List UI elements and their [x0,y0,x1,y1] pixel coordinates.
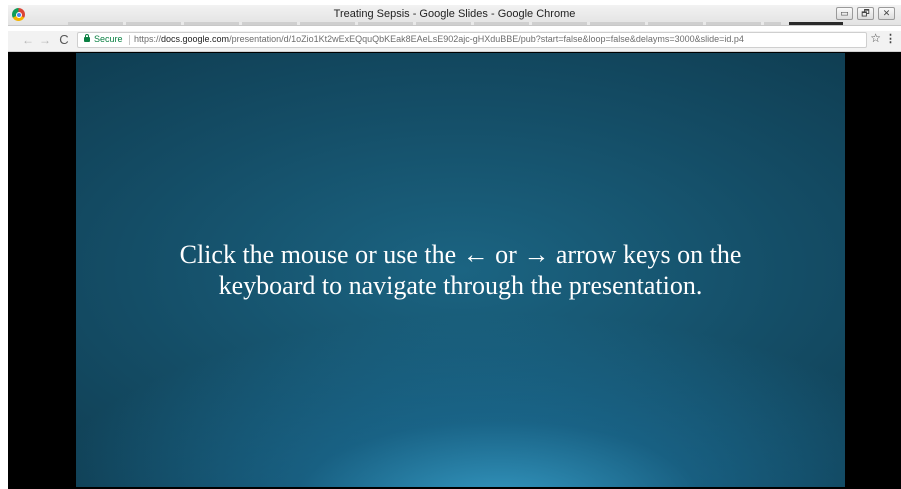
forward-arrow-icon[interactable]: → [37,32,53,48]
star-icon[interactable]: ☆ [870,31,881,45]
lock-icon[interactable] [84,34,90,42]
secure-label[interactable]: Secure [94,34,123,44]
active-tab-indicator [789,22,843,25]
maximize-button[interactable]: 🗗 [857,7,874,20]
title-bar[interactable]: Treating Sepsis - Google Slides - Google… [8,5,901,26]
browser-toolbar: ← → C Secure https://docs.google.com/pre… [8,31,901,52]
presentation-slide[interactable]: Click the mouse or use the ← or → arrow … [76,53,845,487]
close-button[interactable]: ✕ [878,7,895,20]
omnibox-divider [129,35,130,45]
url-host: docs.google.com [161,34,230,44]
slide-instructions: Click the mouse or use the ← or → arrow … [76,239,845,301]
back-arrow-icon[interactable]: ← [20,32,36,48]
tab-strip [68,22,781,25]
url-text[interactable]: https://docs.google.com/presentation/d/1… [134,34,859,44]
minimize-button[interactable]: ▭ [836,7,853,20]
slide-text-line-2: keyboard to navigate through the present… [218,271,703,300]
url-path: /presentation/d/1oZio1Kt2wExEQquQbKEak8E… [229,34,744,44]
url-scheme: https:// [134,34,162,44]
reload-icon[interactable]: C [56,32,72,48]
slide-text-line-1: Click the mouse or use the ← or → arrow … [179,240,742,269]
address-bar[interactable]: Secure https://docs.google.com/presentat… [77,32,867,48]
menu-icon[interactable]: ⋮ [885,32,896,45]
window-title: Treating Sepsis - Google Slides - Google… [333,8,576,20]
browser-window: Treating Sepsis - Google Slides - Google… [0,0,901,489]
page-viewport: Click the mouse or use the ← or → arrow … [8,52,901,489]
